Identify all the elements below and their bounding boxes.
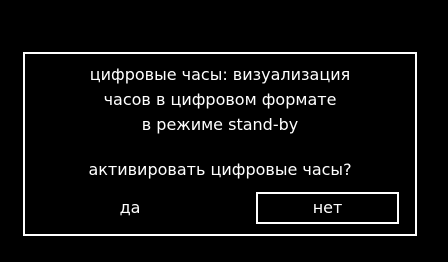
dialog-message: цифровые часы: визуализация часов в цифр…: [25, 62, 415, 137]
message-line: часов в цифровом формате: [103, 90, 337, 109]
confirm-dialog: цифровые часы: визуализация часов в цифр…: [23, 52, 417, 236]
no-button[interactable]: нет: [256, 192, 399, 224]
yes-button[interactable]: да: [100, 192, 160, 224]
message-line: в режиме stand-by: [141, 115, 299, 134]
dialog-question: активировать цифровые часы?: [88, 160, 352, 179]
message-line: цифровые часы: визуализация: [89, 65, 351, 84]
